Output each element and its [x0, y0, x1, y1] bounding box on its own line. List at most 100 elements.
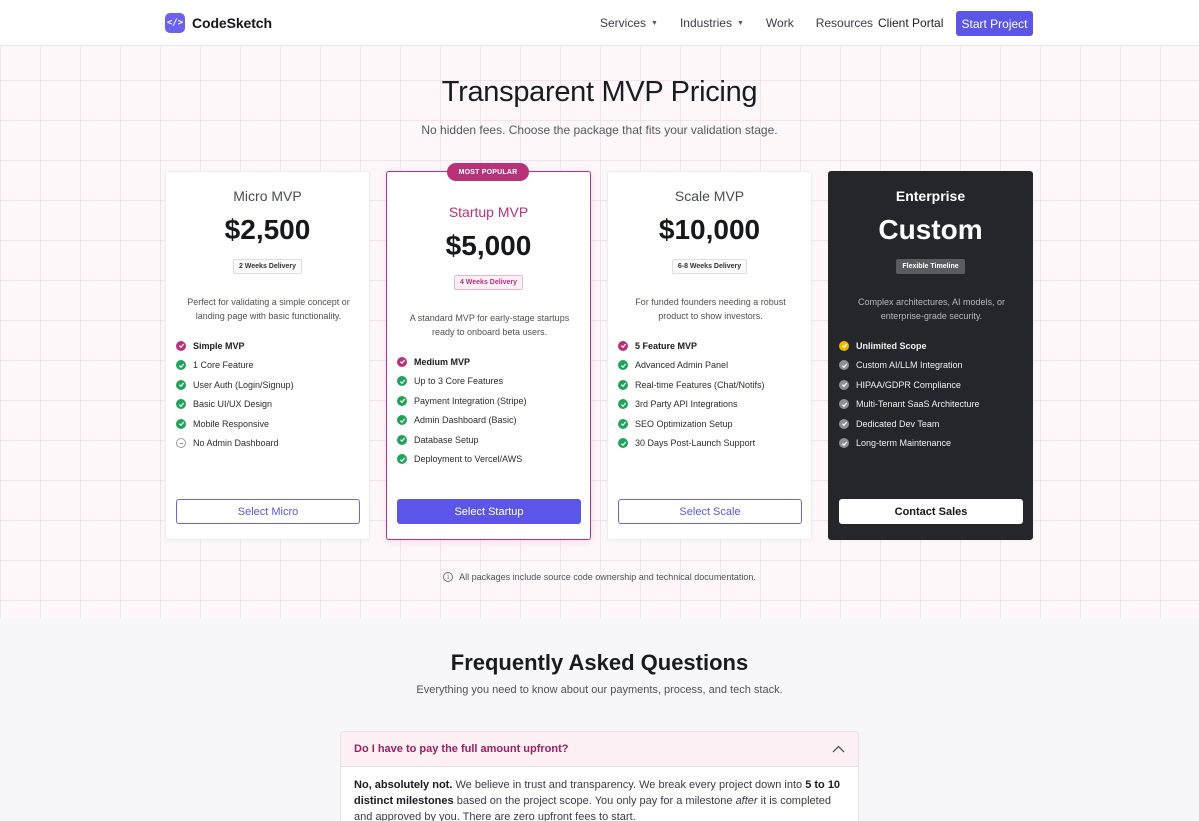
feature-item: Payment Integration (Stripe) — [397, 391, 587, 411]
contact-sales-button[interactable]: Contact Sales — [839, 499, 1023, 524]
page-subtitle: No hidden fees. Choose the package that … — [421, 123, 778, 137]
brand[interactable]: </> CodeSketch — [165, 13, 272, 33]
pricing-card-enterprise: Enterprise Custom Flexible Timeline Comp… — [828, 171, 1033, 540]
plan-name: Startup MVP — [448, 204, 529, 220]
check-circle-icon — [618, 418, 628, 429]
plan-name: Micro MVP — [233, 188, 302, 204]
chevron-up-icon — [832, 745, 845, 753]
check-circle-icon — [618, 438, 628, 449]
caret-down-icon: ▼ — [651, 19, 658, 27]
feature-item: Long-term Maintenance — [839, 434, 1029, 454]
feature-item: 5 Feature MVP — [618, 336, 808, 356]
client-portal-link[interactable]: Client Portal — [878, 16, 943, 30]
pricing-card-micro: Micro MVP $2,500 2 Weeks Delivery Perfec… — [165, 171, 370, 540]
check-circle-icon — [176, 418, 186, 429]
start-project-button[interactable]: Start Project — [956, 11, 1033, 36]
check-circle-icon — [839, 418, 849, 429]
check-circle-icon — [176, 379, 186, 390]
feature-text: Real-time Features (Chat/Notifs) — [635, 379, 765, 390]
feature-item: HIPAA/GDPR Compliance — [839, 375, 1029, 395]
check-circle-icon — [397, 376, 407, 387]
pricing-card-startup: MOST POPULAR Startup MVP $5,000 4 Weeks … — [386, 163, 591, 540]
feature-item: 30 Days Post-Launch Support — [618, 434, 808, 454]
feature-text: Basic UI/UX Design — [193, 399, 273, 410]
feature-text: Simple MVP — [193, 340, 245, 351]
faq-title: Frequently Asked Questions — [450, 650, 749, 675]
faq-section: Frequently Asked Questions Everything yo… — [0, 618, 1199, 821]
plan-description: Complex architectures, AI models, or ent… — [857, 297, 1006, 321]
feature-text: Admin Dashboard (Basic) — [414, 415, 517, 426]
feature-item: No Admin Dashboard — [176, 434, 366, 454]
delivery-badge: Flexible Timeline — [896, 259, 965, 274]
check-circle-icon — [839, 340, 849, 351]
plan-price: $2,500 — [224, 214, 311, 245]
feature-text: Long-term Maintenance — [856, 438, 952, 449]
feature-item: Real-time Features (Chat/Notifs) — [618, 375, 808, 395]
check-circle-icon — [618, 360, 628, 371]
feature-text: Deployment to Vercel/AWS — [414, 454, 523, 465]
feature-text: 1 Core Feature — [193, 360, 254, 371]
minus-circle-icon — [176, 438, 186, 449]
plan-description: A standard MVP for early-stage startups … — [409, 313, 570, 337]
nav-item-work[interactable]: Work — [766, 16, 794, 30]
check-circle-icon — [397, 415, 407, 426]
check-circle-icon — [839, 438, 849, 449]
most-popular-badge: MOST POPULAR — [447, 163, 529, 181]
feature-text: 3rd Party API Integrations — [635, 399, 738, 410]
select-micro-button[interactable]: Select Micro — [176, 499, 360, 524]
feature-text: No Admin Dashboard — [193, 438, 279, 449]
pricing-card-scale: Scale MVP $10,000 6-8 Weeks Delivery For… — [607, 171, 812, 540]
feature-text: Payment Integration (Stripe) — [414, 395, 527, 406]
select-startup-button[interactable]: Select Startup — [397, 499, 581, 524]
brand-name: CodeSketch — [192, 15, 272, 31]
code-logo-icon: </> — [165, 13, 185, 33]
feature-text: User Auth (Login/Signup) — [193, 379, 294, 390]
plan-price: Custom — [878, 214, 983, 245]
feature-item: Admin Dashboard (Basic) — [397, 411, 587, 431]
feature-list: Simple MVP 1 Core Feature User Auth (Login… — [176, 336, 366, 453]
feature-item: Unlimited Scope — [839, 336, 1029, 356]
feature-text: Dedicated Dev Team — [856, 418, 940, 429]
nav-item-industries[interactable]: Industries ▼ — [680, 16, 744, 30]
feature-item: Database Setup — [397, 430, 587, 450]
nav-label: Resources — [815, 16, 874, 30]
check-circle-icon — [618, 399, 628, 410]
faq-answer-text: We believe in trust and transparency. We… — [452, 779, 806, 791]
feature-item: Basic UI/UX Design — [176, 395, 366, 415]
feature-item: 1 Core Feature — [176, 356, 366, 376]
nav-item-services[interactable]: Services ▼ — [600, 16, 658, 30]
faq-question-toggle[interactable]: Do I have to pay the full amount upfront… — [341, 732, 858, 767]
feature-list: 5 Feature MVP Advanced Admin Panel Real-ti… — [618, 336, 808, 453]
feature-item: Dedicated Dev Team — [839, 414, 1029, 434]
feature-text: HIPAA/GDPR Compliance — [856, 379, 961, 390]
feature-item: Simple MVP — [176, 336, 366, 356]
plan-name: Scale MVP — [674, 188, 745, 204]
nav-item-resources[interactable]: Resources — [816, 16, 873, 30]
check-circle-icon — [397, 356, 407, 367]
plan-description: For funded founders needing a robust pro… — [635, 297, 786, 321]
feature-item: Mobile Responsive — [176, 414, 366, 434]
packages-note-text: All packages include source code ownersh… — [459, 572, 756, 582]
check-circle-icon — [839, 399, 849, 410]
feature-text: 30 Days Post-Launch Support — [635, 438, 756, 449]
plan-description: Perfect for validating a simple concept … — [187, 297, 350, 321]
faq-answer: No, absolutely not. We believe in trust … — [341, 767, 858, 821]
select-scale-button[interactable]: Select Scale — [618, 499, 802, 524]
plan-price: $10,000 — [658, 214, 761, 245]
nav-label: Work — [765, 16, 794, 30]
nav-label: Services — [600, 16, 647, 30]
feature-item: Deployment to Vercel/AWS — [397, 450, 587, 470]
delivery-badge: 6-8 Weeks Delivery — [671, 259, 748, 274]
check-circle-icon — [397, 434, 407, 445]
plan-name: Enterprise — [895, 188, 966, 204]
packages-note: i All packages include source code owner… — [0, 572, 1199, 582]
feature-item: Up to 3 Core Features — [397, 372, 587, 392]
feature-item: Medium MVP — [397, 352, 587, 372]
page-title: Transparent MVP Pricing — [441, 76, 758, 108]
faq-answer-text: No, absolutely not. — [354, 779, 453, 791]
info-icon: i — [443, 572, 454, 582]
faq-answer-text: based on the project scope. You only pay… — [453, 795, 736, 807]
nav-label: Industries — [679, 16, 732, 30]
check-circle-icon — [397, 395, 407, 406]
feature-text: Mobile Responsive — [193, 418, 270, 429]
